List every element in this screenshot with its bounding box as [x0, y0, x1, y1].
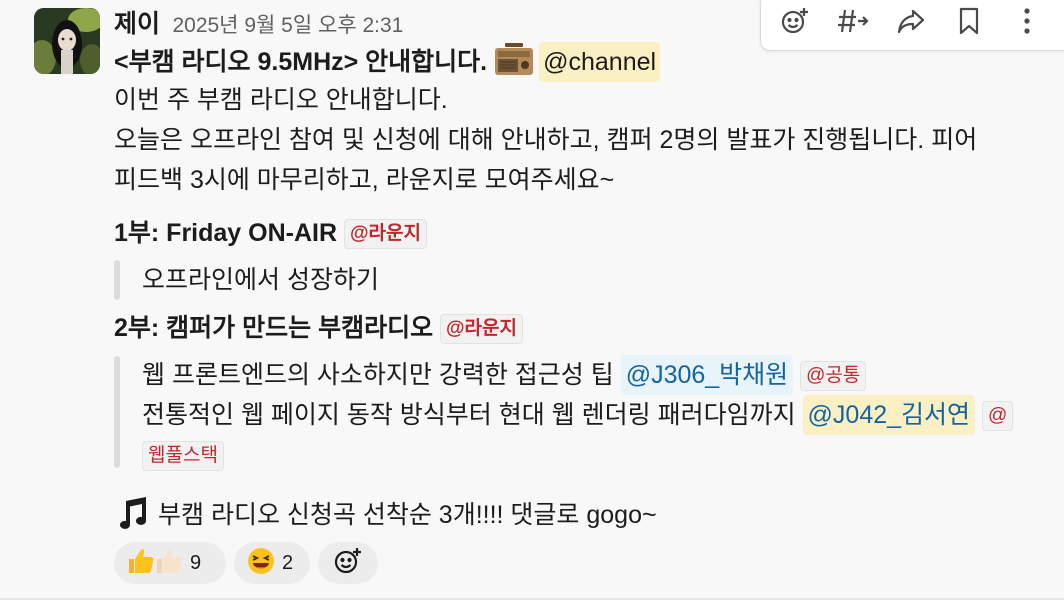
add-reaction-icon[interactable] — [777, 3, 813, 39]
blockquote-line: 전통적인 웹 페이지 동작 방식부터 현대 웹 렌더링 패러다임까지 @J042… — [142, 395, 1014, 435]
blockquote-text: 웹 프론트엔드의 사소하지만 강력한 접근성 팁 — [142, 361, 614, 389]
user-group-tag[interactable]: @공통 — [800, 361, 867, 391]
user-group-tag[interactable]: @라운지 — [440, 314, 523, 344]
blockquote-bar — [114, 356, 120, 468]
channel-forward-icon[interactable] — [835, 3, 871, 39]
section-heading: 2부: 캠퍼가 만드는 부캠라디오 @라운지 — [114, 309, 523, 347]
blockquote-text: 전통적인 웹 페이지 동작 방식부터 현대 웹 렌더링 패러다임까지 — [142, 401, 796, 429]
user-mention[interactable]: @J306_박채원 — [620, 355, 794, 395]
closing-text: 부캠 라디오 신청곡 선착순 3개!!!! 댓글로 gogo~ — [158, 501, 657, 529]
share-icon[interactable] — [893, 3, 929, 39]
body-line: 피드백 3시에 마무리하고, 라운지로 모여주세요~ — [114, 166, 615, 194]
message-timestamp[interactable]: 2025년 9월 5일 오후 2:31 — [172, 14, 403, 37]
laughing-face-icon — [246, 546, 276, 581]
blockquote-text: 오프라인에서 성장하기 — [142, 266, 379, 294]
music-note-icon — [114, 495, 150, 542]
bookmark-icon[interactable] — [951, 3, 987, 39]
user-group-tag-continued[interactable]: 웹풀스택 — [142, 441, 224, 471]
blockquote-line: 웹 프론트엔드의 사소하지만 강력한 접근성 팁 @J306_박채원 @공통 — [142, 355, 867, 395]
radio-icon — [493, 43, 535, 88]
blockquote-bar — [114, 260, 120, 300]
reaction-laughing[interactable]: 2 — [234, 542, 310, 584]
closing-line: 부캠 라디오 신청곡 선착순 3개!!!! 댓글로 gogo~ — [114, 495, 657, 542]
reaction-thumbs-up[interactable]: 9 — [114, 542, 226, 584]
user-mention[interactable]: @J042_김서연 — [802, 395, 976, 435]
avatar[interactable] — [34, 8, 100, 74]
author-name[interactable]: 제이 — [114, 10, 160, 38]
body-line: 오늘은 오프라인 참여 및 신청에 대해 안내하고, 캠퍼 2명의 발표가 진행… — [114, 126, 978, 154]
add-reaction-button[interactable] — [318, 542, 378, 584]
section-heading: 1부: Friday ON-AIR @라운지 — [114, 214, 427, 252]
reaction-count: 9 — [190, 551, 202, 574]
body-line: 이번 주 부캠 라디오 안내합니다. — [114, 86, 448, 114]
blockquote-line: 웹풀스택 — [142, 436, 224, 474]
channel-mention[interactable]: @channel — [539, 42, 661, 82]
user-group-tag[interactable]: @ — [981, 401, 1014, 431]
section-title: 2부: 캠퍼가 만드는 부캠라디오 — [114, 314, 434, 342]
message-actions-toolbar — [760, 0, 1064, 51]
user-group-tag[interactable]: @라운지 — [343, 219, 427, 249]
section-title: 1부: Friday ON-AIR — [114, 219, 338, 247]
add-reaction-icon — [333, 546, 363, 581]
reaction-count: 2 — [282, 551, 294, 574]
message-title: <부캠 라디오 9.5MHz> 안내합니다. — [114, 48, 488, 76]
more-icon[interactable] — [1009, 3, 1045, 39]
message-header: 제이 2025년 9월 5일 오후 2:31 — [114, 4, 403, 40]
thumbs-up-icon — [126, 546, 184, 581]
